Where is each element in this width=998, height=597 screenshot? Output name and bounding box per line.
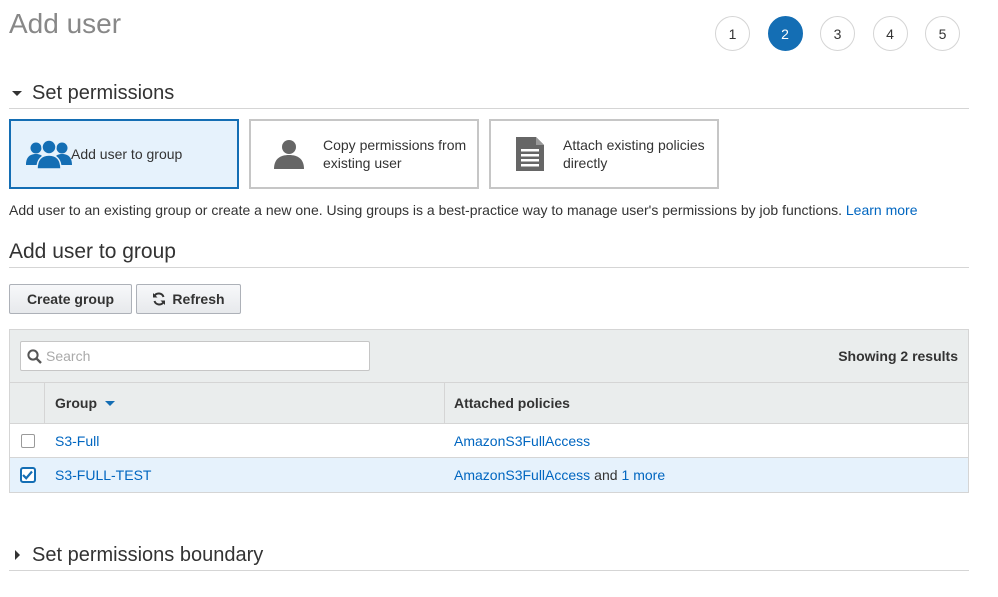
table-header: Group Attached policies: [10, 382, 968, 424]
row-checkbox[interactable]: [20, 433, 35, 448]
set-permissions-boundary-heading: Set permissions boundary: [32, 543, 264, 566]
option-label: Add user to group: [71, 146, 183, 162]
option-add-user-to-group[interactable]: Add user to group: [9, 119, 239, 189]
option-label: Copy permissions from existing user: [323, 137, 467, 171]
permissions-description: Add user to an existing group or create …: [9, 202, 918, 218]
option-attach-policies[interactable]: Attach existing policies directly: [489, 119, 719, 189]
add-user-to-group-header: Add user to group: [9, 236, 969, 268]
create-group-button[interactable]: Create group: [9, 284, 132, 314]
step-3[interactable]: 3: [820, 16, 855, 51]
column-policies-header: Attached policies: [445, 383, 968, 423]
policy-link[interactable]: AmazonS3FullAccess: [454, 467, 590, 483]
page-title: Add user: [9, 8, 122, 39]
column-policies-label: Attached policies: [454, 395, 570, 411]
set-permissions-boundary-header[interactable]: Set permissions boundary: [9, 540, 969, 571]
option-label: Attach existing policies directly: [563, 137, 705, 171]
table-row[interactable]: S3-Full AmazonS3FullAccess: [10, 424, 968, 458]
row-checkbox-checked[interactable]: [19, 467, 36, 483]
column-group-label: Group: [55, 395, 97, 411]
step-2-current[interactable]: 2: [767, 16, 803, 51]
option-copy-permissions[interactable]: Copy permissions from existing user: [249, 119, 479, 189]
refresh-button[interactable]: Refresh: [136, 284, 241, 314]
user-icon: [265, 139, 313, 169]
step-1[interactable]: 1: [715, 16, 750, 51]
search-icon: [27, 348, 42, 364]
column-group-header[interactable]: Group: [45, 383, 445, 423]
set-permissions-heading: Set permissions: [32, 81, 175, 104]
refresh-icon: [152, 292, 166, 306]
learn-more-link[interactable]: Learn more: [846, 202, 918, 218]
document-icon: [505, 137, 553, 171]
groups-table: Showing 2 results Group Attached policie…: [9, 329, 969, 493]
caret-right-icon: [9, 550, 25, 560]
users-group-icon: [25, 139, 73, 169]
wizard-steps: 1 2 3 4 5: [715, 16, 978, 51]
search-input[interactable]: [42, 343, 369, 369]
caret-down-icon: [9, 90, 25, 96]
step-5[interactable]: 5: [925, 16, 960, 51]
results-count: Showing 2 results: [838, 348, 958, 364]
refresh-label: Refresh: [172, 291, 225, 307]
sort-descending-icon: [105, 400, 115, 406]
step-4[interactable]: 4: [872, 16, 908, 51]
more-policies-link[interactable]: 1 more: [622, 467, 666, 483]
search-box[interactable]: [20, 341, 370, 371]
table-toolbar: Showing 2 results: [10, 330, 968, 382]
and-text: and: [594, 467, 618, 483]
set-permissions-header[interactable]: Set permissions: [9, 78, 969, 109]
header-checkbox-cell: [10, 383, 45, 423]
add-user-to-group-heading: Add user to group: [9, 239, 176, 263]
group-name-link[interactable]: S3-FULL-TEST: [55, 467, 151, 483]
table-row[interactable]: S3-FULL-TEST AmazonS3FullAccess and 1 mo…: [10, 458, 968, 492]
group-name-link[interactable]: S3-Full: [55, 433, 99, 449]
checkmark-icon: [22, 470, 33, 480]
policy-link[interactable]: AmazonS3FullAccess: [454, 433, 590, 449]
